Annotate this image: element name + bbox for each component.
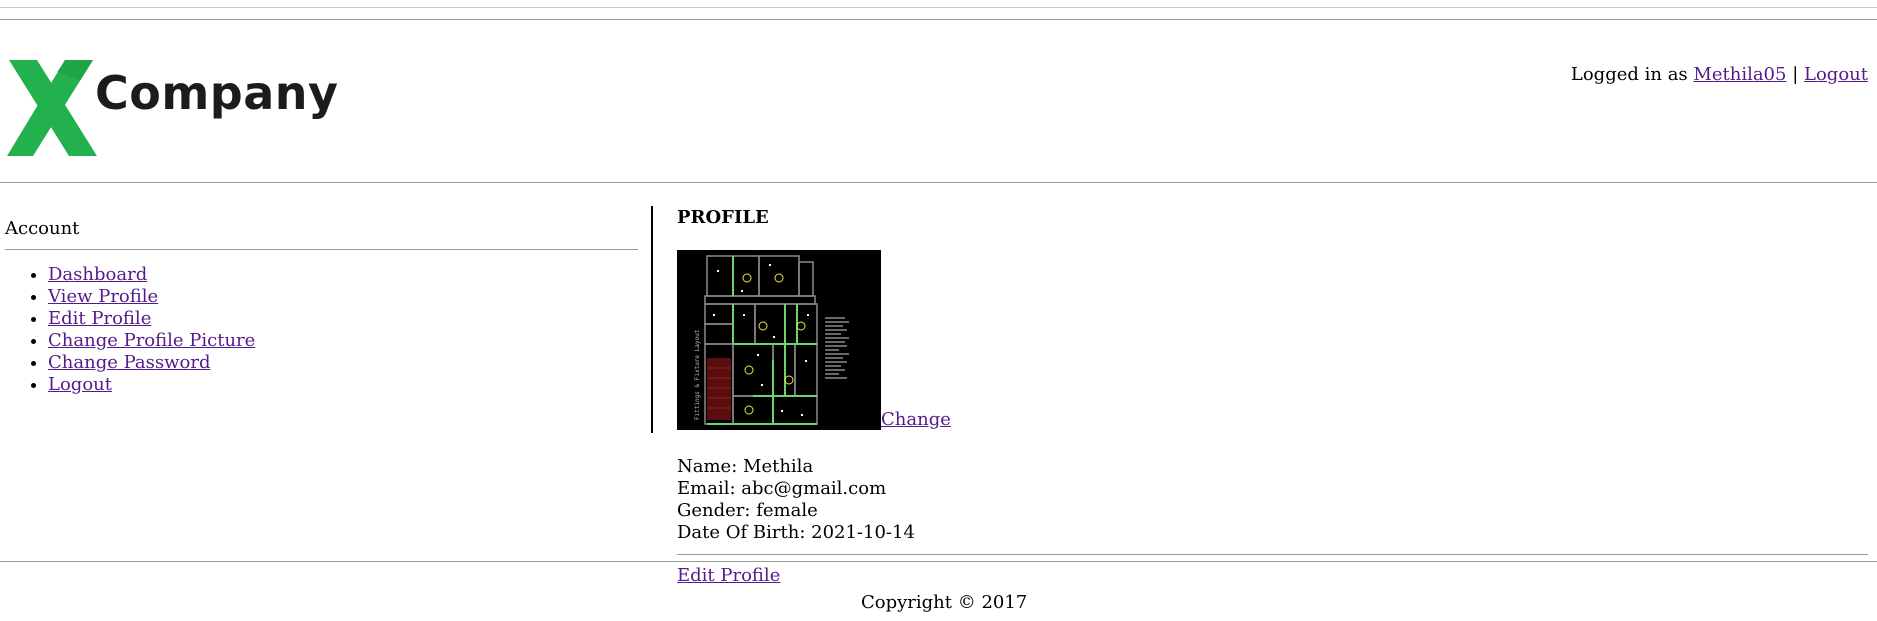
gender-row: Gender: female: [677, 500, 915, 522]
sidebar-item-view-profile: View Profile: [48, 286, 638, 308]
sidebar: Account Dashboard View Profile Edit Prof…: [5, 218, 638, 396]
gender-value: female: [756, 500, 818, 521]
company-logo: Company: [7, 58, 338, 158]
change-picture-link[interactable]: Change: [881, 409, 951, 430]
sidebar-item-change-picture: Change Profile Picture: [48, 330, 638, 352]
floorplan-label: Fittings & Fixture Layout: [694, 329, 701, 420]
profile-picture: Fittings & Fixture Layout: [677, 250, 881, 430]
profile-panel: PROFILE Fittings & Fixture Layout Change…: [677, 207, 1868, 586]
edit-profile-link[interactable]: Edit Profile: [677, 565, 780, 586]
dob-row: Date Of Birth: 2021-10-14: [677, 522, 915, 544]
sidebar-divider: [5, 249, 638, 250]
sidebar-logout-link[interactable]: Logout: [48, 374, 112, 395]
change-password-link[interactable]: Change Password: [48, 352, 210, 373]
change-profile-picture-link[interactable]: Change Profile Picture: [48, 330, 255, 351]
sidebar-item-edit-profile: Edit Profile: [48, 308, 638, 330]
gender-label: Gender:: [677, 500, 751, 521]
email-value: abc@gmail.com: [741, 478, 887, 499]
dob-value: 2021-10-14: [811, 522, 915, 543]
email-row: Email: abc@gmail.com: [677, 478, 915, 500]
sidebar-item-change-password: Change Password: [48, 352, 638, 374]
login-separator: |: [1792, 64, 1799, 85]
footer-divider: [0, 561, 1877, 562]
dob-label: Date Of Birth:: [677, 522, 806, 543]
profile-divider: [677, 554, 1868, 555]
copyright: Copyright © 2017: [861, 592, 1028, 613]
header-logout-link[interactable]: Logout: [1804, 64, 1868, 85]
name-label: Name:: [677, 456, 738, 477]
profile-picture-row: Fittings & Fixture Layout Change: [677, 250, 951, 430]
top-divider-light: [0, 7, 1877, 8]
login-prefix: Logged in as: [1570, 64, 1688, 85]
header-divider: [0, 182, 1877, 183]
page-title: PROFILE: [677, 207, 769, 228]
logo-wordmark: Company: [95, 66, 339, 120]
x-logo-icon: [7, 60, 97, 156]
login-status: Logged in as Methila05 | Logout: [1571, 64, 1868, 85]
sidebar-menu: Dashboard View Profile Edit Profile Chan…: [5, 264, 638, 396]
sidebar-item-dashboard: Dashboard: [48, 264, 638, 286]
profile-details: Name: Methila Email: abc@gmail.com Gende…: [677, 456, 915, 544]
email-label: Email:: [677, 478, 736, 499]
sidebar-item-logout: Logout: [48, 374, 638, 396]
name-value: Methila: [743, 456, 814, 477]
dashboard-link[interactable]: Dashboard: [48, 264, 147, 285]
sidebar-title: Account: [5, 218, 80, 239]
sidebar-edit-profile-link[interactable]: Edit Profile: [48, 308, 151, 329]
name-row: Name: Methila: [677, 456, 915, 478]
username-link[interactable]: Methila05: [1693, 64, 1786, 85]
column-divider: [651, 206, 653, 433]
site-header: Company Logged in as Methila05 | Logout: [0, 20, 1877, 182]
view-profile-link[interactable]: View Profile: [48, 286, 158, 307]
